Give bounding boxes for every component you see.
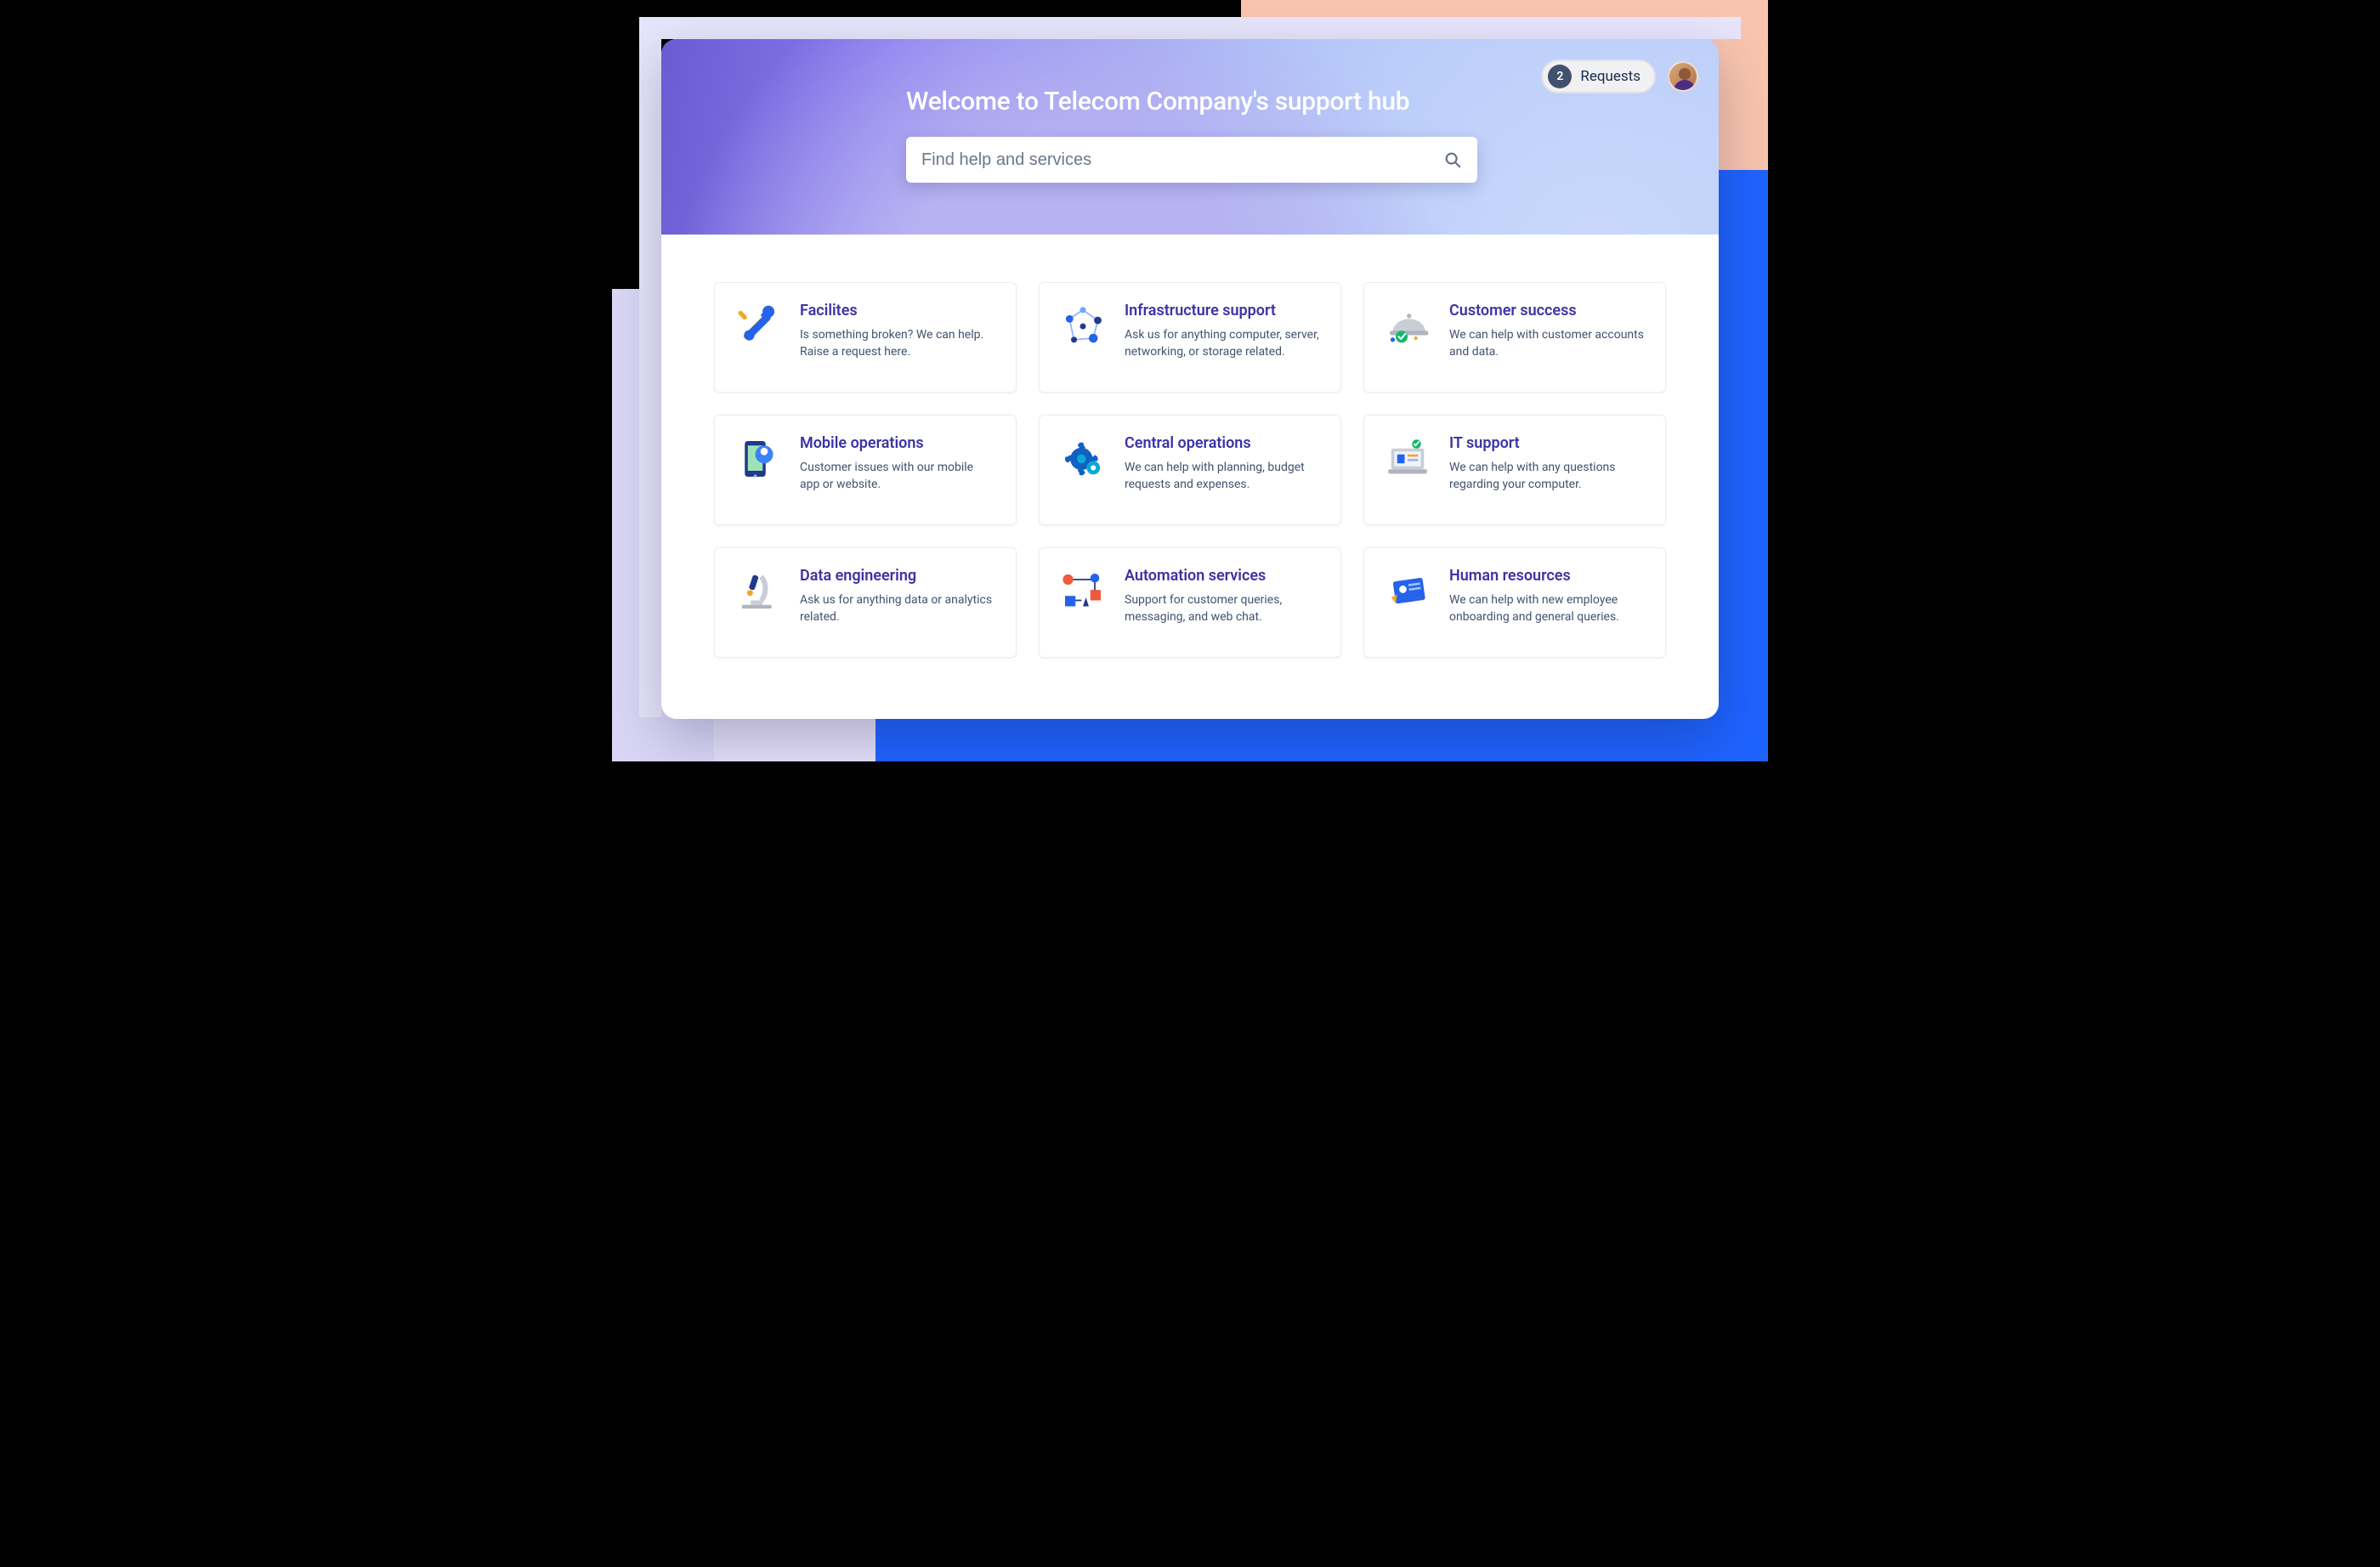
card-desc: We can help with planning, budget reques… bbox=[1125, 459, 1320, 494]
card-desc: We can help with new employee onboarding… bbox=[1449, 591, 1645, 626]
card-title: Facilites bbox=[800, 302, 995, 320]
card-title: Data engineering bbox=[800, 567, 995, 585]
card-desc: Support for customer queries, messaging,… bbox=[1125, 591, 1320, 626]
requests-button[interactable]: 2 Requests bbox=[1541, 59, 1656, 93]
microscope-icon bbox=[734, 567, 783, 616]
card-title: Infrastructure support bbox=[1125, 302, 1320, 320]
tools-icon bbox=[734, 302, 783, 351]
category-grid: Facilites Is something broken? We can he… bbox=[661, 235, 1719, 692]
card-desc: Ask us for anything data or analytics re… bbox=[800, 591, 995, 626]
app-window: 2 Requests Welcome to Telecom Company's … bbox=[661, 39, 1719, 719]
card-desc: Customer issues with our mobile app or w… bbox=[800, 459, 995, 494]
card-desc: Is something broken? We can help. Raise … bbox=[800, 326, 995, 361]
card-customer-success[interactable]: Customer success We can help with custom… bbox=[1363, 282, 1666, 393]
shapes-icon bbox=[1058, 567, 1108, 616]
card-desc: We can help with customer accounts and d… bbox=[1449, 326, 1645, 361]
card-facilities[interactable]: Facilites Is something broken? We can he… bbox=[714, 282, 1017, 393]
card-it-support[interactable]: IT support We can help with any question… bbox=[1363, 415, 1666, 525]
laptop-icon bbox=[1383, 434, 1432, 484]
card-desc: Ask us for anything computer, server, ne… bbox=[1125, 326, 1320, 361]
card-title: Automation services bbox=[1125, 567, 1320, 585]
search-field[interactable] bbox=[906, 137, 1477, 183]
card-desc: We can help with any questions regarding… bbox=[1449, 459, 1645, 494]
gear-icon bbox=[1058, 434, 1108, 484]
search-icon bbox=[1443, 150, 1462, 169]
requests-count-badge: 2 bbox=[1548, 65, 1572, 88]
card-title: Customer success bbox=[1449, 302, 1645, 320]
id-card-icon bbox=[1383, 567, 1432, 616]
phone-pin-icon bbox=[734, 434, 783, 484]
cloche-icon bbox=[1383, 302, 1432, 351]
network-icon bbox=[1058, 302, 1108, 351]
card-hr[interactable]: Human resources We can help with new emp… bbox=[1363, 547, 1666, 658]
card-data-eng[interactable]: Data engineering Ask us for anything dat… bbox=[714, 547, 1017, 658]
card-title: Central operations bbox=[1125, 434, 1320, 452]
requests-label: Requests bbox=[1580, 68, 1640, 85]
avatar[interactable] bbox=[1668, 61, 1698, 92]
card-central-ops[interactable]: Central operations We can help with plan… bbox=[1039, 415, 1341, 525]
card-mobile-ops[interactable]: Mobile operations Customer issues with o… bbox=[714, 415, 1017, 525]
card-title: IT support bbox=[1449, 434, 1645, 452]
card-title: Mobile operations bbox=[800, 434, 995, 452]
page-title: Welcome to Telecom Company's support hub bbox=[906, 87, 1477, 116]
search-input[interactable] bbox=[921, 150, 1430, 170]
hero: 2 Requests Welcome to Telecom Company's … bbox=[661, 39, 1719, 235]
card-infrastructure[interactable]: Infrastructure support Ask us for anythi… bbox=[1039, 282, 1341, 393]
card-title: Human resources bbox=[1449, 567, 1645, 585]
card-automation[interactable]: Automation services Support for customer… bbox=[1039, 547, 1341, 658]
